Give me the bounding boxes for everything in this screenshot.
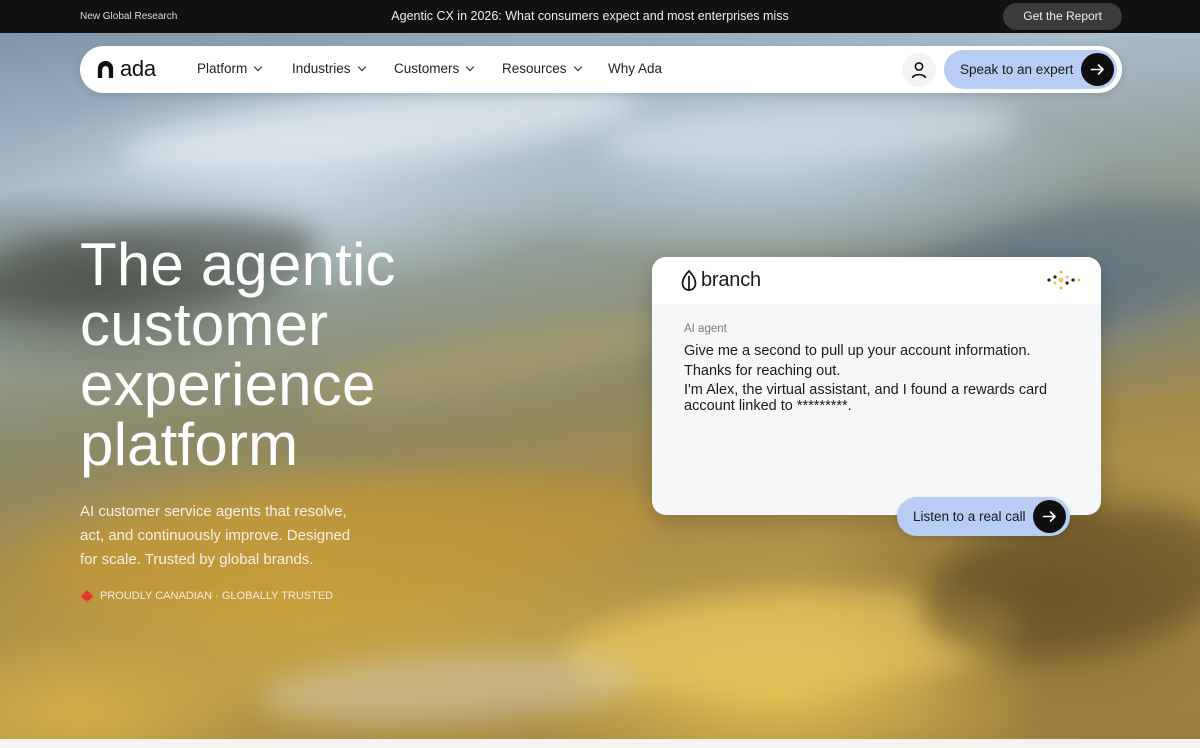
nav-item-label: Customers xyxy=(394,61,460,76)
arrow-right-icon xyxy=(1033,500,1066,533)
speak-to-expert-label: Speak to an expert xyxy=(960,62,1074,77)
listen-real-call-label: Listen to a real call xyxy=(913,509,1026,524)
nav-item-why-ada[interactable]: Why Ada xyxy=(608,61,662,76)
ada-logo[interactable]: ada xyxy=(96,58,156,80)
listen-real-call-button[interactable]: Listen to a real call xyxy=(897,497,1070,536)
hero-subtext: AI customer service agents that resolve,… xyxy=(80,503,351,568)
ada-logo-icon xyxy=(97,60,114,78)
nav-item-customers[interactable]: Customers xyxy=(394,61,475,76)
nav-item-label: Resources xyxy=(502,61,567,76)
canadian-badge: PROUDLY CANADIAN · GLOBALLY TRUSTED xyxy=(80,589,333,603)
branch-logo: branch xyxy=(681,269,761,292)
headline-line: customer xyxy=(80,291,329,358)
chat-card: branch AI agent Give me a second to pull… xyxy=(652,257,1101,515)
get-report-button[interactable]: Get the Report xyxy=(1003,3,1122,30)
user-icon xyxy=(911,62,927,79)
chat-card-header: branch xyxy=(652,257,1101,304)
chat-message: Give me a second to pull up your account… xyxy=(684,343,1031,359)
headline-line: platform xyxy=(80,411,299,478)
chat-message: I'm Alex, the virtual assistant, and I f… xyxy=(684,382,1048,414)
nav-item-label: Why Ada xyxy=(608,61,663,76)
chat-message: Thanks for reaching out. xyxy=(684,363,841,379)
nav-item-resources[interactable]: Resources xyxy=(502,61,582,76)
page-bottom-edge xyxy=(0,739,1200,748)
chevron-down-icon xyxy=(254,62,263,71)
chevron-down-icon xyxy=(357,62,366,71)
nav-item-label: Platform xyxy=(197,61,248,76)
badge-text: PROUDLY CANADIAN · GLOBALLY TRUSTED xyxy=(100,590,334,602)
headline-line: The agentic xyxy=(80,231,396,298)
brand-name: branch xyxy=(701,269,761,291)
speak-to-expert-button[interactable]: Speak to an expert xyxy=(944,50,1117,89)
account-button[interactable] xyxy=(902,53,936,87)
chevron-down-icon xyxy=(466,62,475,71)
nav-item-platform[interactable]: Platform xyxy=(197,61,263,76)
arrow-right-icon xyxy=(1081,53,1114,86)
leaf-icon xyxy=(681,269,697,291)
main-nav: ada Platform Industries Customers Resour… xyxy=(80,46,1122,93)
logo-text: ada xyxy=(120,56,156,81)
hero-headline: The agentic customer experience platform xyxy=(80,235,500,475)
chevron-down-icon xyxy=(573,62,582,71)
nav-item-label: Industries xyxy=(292,61,351,76)
voice-dots-icon xyxy=(1047,270,1081,290)
announcement-bar: New Global Research Agentic CX in 2026: … xyxy=(0,0,1200,33)
nav-item-industries[interactable]: Industries xyxy=(292,61,366,76)
agent-label: AI agent xyxy=(684,323,727,335)
maple-leaf-icon xyxy=(80,589,94,603)
headline-line: experience xyxy=(80,351,376,418)
